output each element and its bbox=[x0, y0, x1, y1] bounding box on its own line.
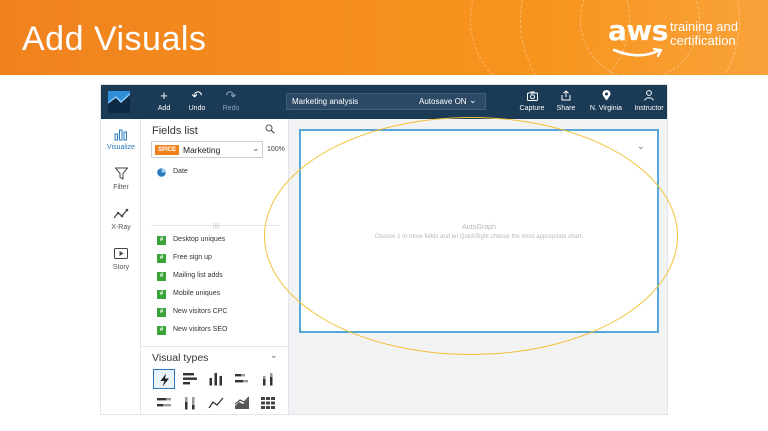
field-name: Date bbox=[173, 168, 188, 175]
share-button[interactable]: Share bbox=[546, 88, 586, 114]
measure-icon: # bbox=[157, 272, 166, 281]
aws-wordmark: aws bbox=[608, 14, 668, 47]
percent-vertical-bar-icon[interactable] bbox=[179, 393, 201, 413]
percent-horizontal-bar-icon[interactable] bbox=[153, 393, 175, 413]
rail-label-xray: X-Ray bbox=[111, 224, 131, 231]
measure-icon: # bbox=[157, 326, 166, 335]
highlight-ellipse bbox=[264, 117, 678, 355]
field-name: Desktop uniques bbox=[173, 236, 226, 243]
stacked-vertical-bar-icon[interactable] bbox=[257, 369, 279, 389]
divider bbox=[141, 346, 289, 347]
rail-item-filter[interactable]: Filter bbox=[101, 165, 141, 192]
left-rail: Visualize Filter X-Ray Story bbox=[101, 119, 141, 414]
measure-icon: # bbox=[157, 236, 166, 245]
aws-logo: aws training and certification bbox=[606, 14, 756, 64]
vertical-bar-icon[interactable] bbox=[205, 369, 227, 389]
rail-item-xray[interactable]: X-Ray bbox=[101, 205, 141, 232]
rail-label-visualize: Visualize bbox=[107, 144, 135, 151]
bar-chart-icon bbox=[101, 125, 141, 143]
chevron-down-icon[interactable]: ⌄ bbox=[270, 350, 278, 361]
chevron-down-icon[interactable]: ⌄ bbox=[637, 141, 645, 152]
slide-header: Add Visuals aws training and certificati… bbox=[0, 0, 768, 75]
field-name: Free sign up bbox=[173, 254, 212, 261]
quicksight-logo-icon[interactable] bbox=[108, 91, 130, 113]
autosave-toggle[interactable]: Autosave ON bbox=[419, 97, 467, 106]
location-pin-icon bbox=[586, 88, 626, 104]
fields-panel: Fields list SPICE Marketing ⌄ 100% Date … bbox=[141, 119, 289, 414]
user-icon bbox=[629, 88, 667, 104]
redo-icon: ↷ bbox=[225, 88, 237, 103]
redo-label: Redo bbox=[222, 105, 240, 112]
autograph-icon[interactable] bbox=[153, 369, 175, 389]
line-chart-icon[interactable] bbox=[205, 393, 227, 413]
xray-icon bbox=[101, 205, 141, 223]
rail-label-story: Story bbox=[112, 264, 130, 271]
analysis-name: Marketing analysis bbox=[292, 97, 359, 106]
rail-label-filter: Filter bbox=[113, 184, 129, 191]
fields-list-title: Fields list bbox=[152, 125, 198, 137]
top-toolbar: + Add ↶ Undo ↷ Redo Marketing analysis A… bbox=[101, 85, 667, 119]
aws-tagline: training and certification bbox=[670, 20, 738, 48]
dataset-name: Marketing bbox=[183, 145, 221, 155]
field-name: New visitors CPC bbox=[173, 308, 228, 315]
redo-button[interactable]: ↷ Redo bbox=[211, 88, 251, 114]
date-dimension-icon bbox=[157, 168, 166, 177]
measure-icon: # bbox=[157, 290, 166, 299]
region-selector[interactable]: N. Virginia bbox=[586, 88, 626, 114]
region-label: N. Virginia bbox=[589, 105, 623, 112]
aws-smile-icon bbox=[612, 48, 663, 58]
share-label: Share bbox=[556, 105, 576, 112]
measure-icon: # bbox=[157, 254, 166, 263]
chevron-down-icon[interactable]: ⌄ bbox=[469, 95, 477, 106]
share-icon bbox=[546, 88, 586, 104]
filter-icon bbox=[101, 165, 141, 183]
field-name: New visitors SEO bbox=[173, 326, 228, 333]
rail-item-visualize[interactable]: Visualize bbox=[101, 125, 141, 152]
field-name: Mailing list adds bbox=[173, 272, 223, 279]
chevron-down-icon: ⌄ bbox=[252, 143, 260, 153]
pivot-table-icon[interactable] bbox=[257, 393, 279, 413]
user-label: Instructor bbox=[634, 105, 664, 112]
search-icon[interactable] bbox=[265, 124, 275, 134]
stacked-horizontal-bar-icon[interactable] bbox=[231, 369, 253, 389]
spice-percent: 100% bbox=[267, 146, 285, 153]
field-name: Mobile uniques bbox=[173, 290, 221, 297]
visual-types-title: Visual types bbox=[152, 352, 209, 364]
aws-tagline-line-2: certification bbox=[670, 33, 736, 48]
resize-handle-icon[interactable]: |||| bbox=[213, 223, 219, 229]
horizontal-bar-icon[interactable] bbox=[179, 369, 201, 389]
slide-title: Add Visuals bbox=[22, 20, 207, 58]
story-icon bbox=[101, 245, 141, 263]
dataset-select[interactable]: SPICE Marketing ⌄ bbox=[151, 141, 263, 158]
measure-icon: # bbox=[157, 308, 166, 317]
spice-badge: SPICE bbox=[155, 145, 180, 155]
aws-tagline-line-1: training and bbox=[670, 19, 738, 34]
analysis-name-field[interactable]: Marketing analysis Autosave ON ⌄ bbox=[286, 93, 486, 110]
rail-item-story[interactable]: Story bbox=[101, 245, 141, 272]
area-line-chart-icon[interactable] bbox=[231, 393, 253, 413]
user-menu[interactable]: Instructor bbox=[629, 88, 667, 114]
